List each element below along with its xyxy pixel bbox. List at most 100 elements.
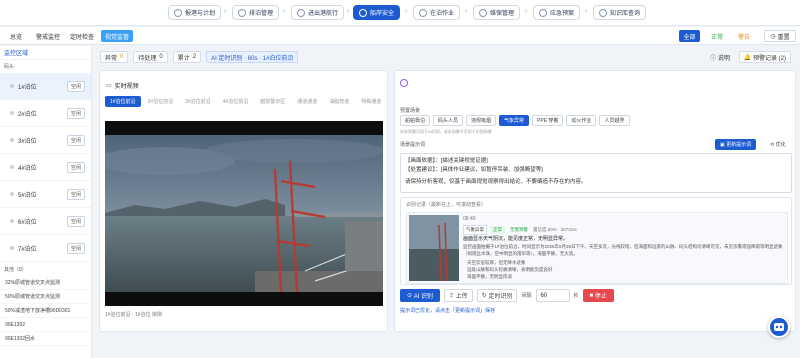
filter-warning-button[interactable]: 警告	[734, 30, 754, 42]
record-title: 识别记录（最新在上，可滚动查看）	[406, 202, 487, 208]
nav-maintenance[interactable]: 维保管理	[473, 5, 521, 20]
camera-tab[interactable]: 油脂管道	[324, 96, 355, 107]
sidebar-item-other[interactable]: 50%原城管道交叉点监测	[0, 290, 91, 304]
camera-tab[interactable]: 越前警示区	[255, 96, 291, 107]
abnormal-value: 0	[120, 54, 124, 60]
upload-label: 上传	[455, 294, 468, 300]
assistant-avatar[interactable]	[768, 316, 790, 338]
sidebar-item-berth-2[interactable]: 2#泊位 空闲	[0, 100, 91, 127]
sidebar-item-berth-3[interactable]: 3#泊位 空闲	[0, 127, 91, 154]
video-feed[interactable]	[105, 121, 383, 306]
scene-tab[interactable]: 动火作业	[566, 115, 597, 126]
nav-berth-label: 排泊管理	[249, 11, 274, 17]
clock-icon: ◷	[770, 33, 776, 40]
berth-name: 4#泊位	[18, 165, 37, 172]
sidebar-item-berth-4[interactable]: 4#泊位 空闲	[0, 154, 91, 181]
sidebar-item-berth-6[interactable]: 6#泊位 空闲	[0, 208, 91, 235]
status-dot-icon	[10, 192, 14, 196]
harbor-video-image	[105, 121, 383, 293]
stop-button[interactable]: ■ 停止	[582, 289, 614, 302]
shield-icon	[359, 8, 367, 17]
sidebar-item-other[interactable]: 90E1302回水	[0, 332, 91, 346]
status-dot-icon	[10, 84, 14, 88]
reset-button[interactable]: ◷ 重置	[764, 30, 796, 42]
berth-status-badge: 空闲	[66, 242, 85, 254]
sidebar-others-label: 其他（8）	[4, 267, 27, 273]
interval-input[interactable]: 60	[535, 289, 570, 302]
tab-alert-monitor[interactable]: 警戒监控	[32, 30, 64, 42]
tab-scheduled-check[interactable]: 定时检查	[66, 30, 98, 42]
ai-recognize-button[interactable]: ⊙ AI 识别	[400, 289, 441, 302]
camera-tab[interactable]: 通道通道	[292, 96, 323, 107]
update-prompt-button[interactable]: ▣ 更新提示词	[715, 139, 757, 150]
record-alert-badge: 无需预警	[510, 227, 528, 232]
nav-plan[interactable]: 报港与计划	[168, 5, 222, 20]
sub-nav: 总览 警戒监控 定时检查 视觉监管 全部 正常 警告 ◷ 重置	[0, 27, 800, 45]
nav-arrow-icon: ›	[347, 8, 350, 15]
nav-emergency[interactable]: 应急预案	[533, 5, 581, 20]
scene-tab[interactable]: PPE 穿戴	[532, 115, 564, 126]
nav-safety-label: 船岸安全	[370, 11, 395, 17]
interval-unit: 秒	[573, 293, 579, 299]
total-count: 累计 2	[172, 51, 202, 63]
sidebar-item-other[interactable]: 90E1302	[0, 318, 91, 332]
camera-tab[interactable]: 3#泊位前沿	[180, 96, 216, 107]
nav-operation-label: 在泊作业	[430, 11, 455, 17]
berth-name: 3#泊位	[18, 138, 37, 145]
record-thumbnail-image	[409, 215, 459, 281]
sidebar-item-other[interactable]: 32%原城管道交叉点监测	[0, 276, 91, 290]
nav-knowledge[interactable]: 知识库查询	[593, 5, 647, 20]
nav-emergency-label: 应急预案	[550, 11, 575, 17]
sidebar-item-berth-1[interactable]: 1#泊位 空闲	[0, 73, 91, 100]
nav-arrow-icon: ›	[283, 8, 286, 15]
status-dot-icon	[10, 138, 14, 142]
abnormal-count: 异常 0	[100, 51, 129, 63]
record-box: 识别记录（最新在上，可滚动查看） 08:40 气象异常 正常 无需预警 置信度 …	[400, 197, 792, 285]
help-button[interactable]: ⓘ 说明	[706, 51, 734, 63]
tab-overview[interactable]: 总览	[6, 30, 26, 42]
update-prompt-label: 更新提示词	[726, 142, 752, 148]
filter-all-button[interactable]: 全部	[679, 30, 700, 42]
berth-status-badge: 空闲	[66, 188, 85, 200]
compass-icon	[297, 8, 305, 17]
timer-button[interactable]: ↻ 定时识别	[476, 289, 518, 302]
nav-berth[interactable]: 排泊管理	[232, 5, 280, 20]
alert-records-button[interactable]: 🔔 预警记录 (2)	[738, 51, 791, 63]
status-dot-icon	[10, 111, 14, 115]
berth-name: 7#泊位	[18, 246, 37, 253]
sidebar-item-other[interactable]: 50%减渣地下放净槽90D0301	[0, 304, 91, 318]
reset-label: 重置	[777, 34, 790, 41]
scene-tab[interactable]: 违规吸烟	[466, 115, 497, 126]
pending-value: 0	[159, 54, 163, 60]
action-bar: ⊙ AI 识别 ⇪ 上传 ↻ 定时识别 间隔 60 秒 ■ 停止	[400, 289, 614, 302]
prompt-textarea[interactable]: 【画面依据】：[描述关键视觉证据] 【处置建议】：[具体作业建议，如暂停吊装、加…	[400, 153, 792, 193]
scene-tab[interactable]: 气象异常	[499, 115, 530, 126]
scene-tab[interactable]: 码头人员	[433, 115, 464, 126]
berth-status-badge: 空闲	[66, 80, 85, 92]
camera-tab[interactable]: 2#泊位前沿	[142, 96, 179, 107]
nav-operation[interactable]: 在泊作业	[413, 5, 461, 20]
nav-arrow-icon: ›	[405, 8, 408, 15]
camera-icon: ▭	[106, 83, 112, 89]
wrench-icon	[419, 8, 427, 17]
scene-tab[interactable]: 船舶靠泊	[400, 115, 431, 126]
tab-visual-supervision[interactable]: 视觉监管	[101, 30, 134, 42]
nav-arrow-icon: ›	[525, 8, 528, 15]
sidebar-item-berth-7[interactable]: 7#泊位 空闲	[0, 235, 91, 262]
nav-safety[interactable]: 船岸安全	[353, 5, 401, 20]
status-dot-icon	[10, 165, 14, 169]
stop-label: 停止	[594, 294, 607, 300]
scene-tab[interactable]: 人员越界	[599, 115, 630, 126]
camera-tab[interactable]: 特殊通道	[356, 96, 387, 107]
record-item[interactable]: 08:40 气象异常 正常 无需预警 置信度 80% · 3072ms 画面显示…	[406, 212, 788, 284]
filter-normal-button[interactable]: 正常	[707, 30, 727, 42]
nav-navigation[interactable]: 进出港航行	[291, 5, 345, 20]
berth-name: 6#泊位	[18, 219, 37, 226]
berth-status-badge: 空闲	[66, 134, 85, 146]
camera-tab[interactable]: 4#泊位前沿	[217, 96, 254, 107]
upload-button[interactable]: ⇪ 上传	[444, 289, 473, 302]
optimize-button[interactable]: ⟲ 优化	[765, 139, 791, 150]
camera-tab[interactable]: 1#泊位前沿	[105, 96, 141, 107]
record-detail: 监控画面拍摄于1#泊位前沿，时间显示为2026年6月29日下午。天空多云，光线较…	[463, 244, 783, 256]
sidebar-item-berth-5[interactable]: 5#泊位 空闲	[0, 181, 91, 208]
